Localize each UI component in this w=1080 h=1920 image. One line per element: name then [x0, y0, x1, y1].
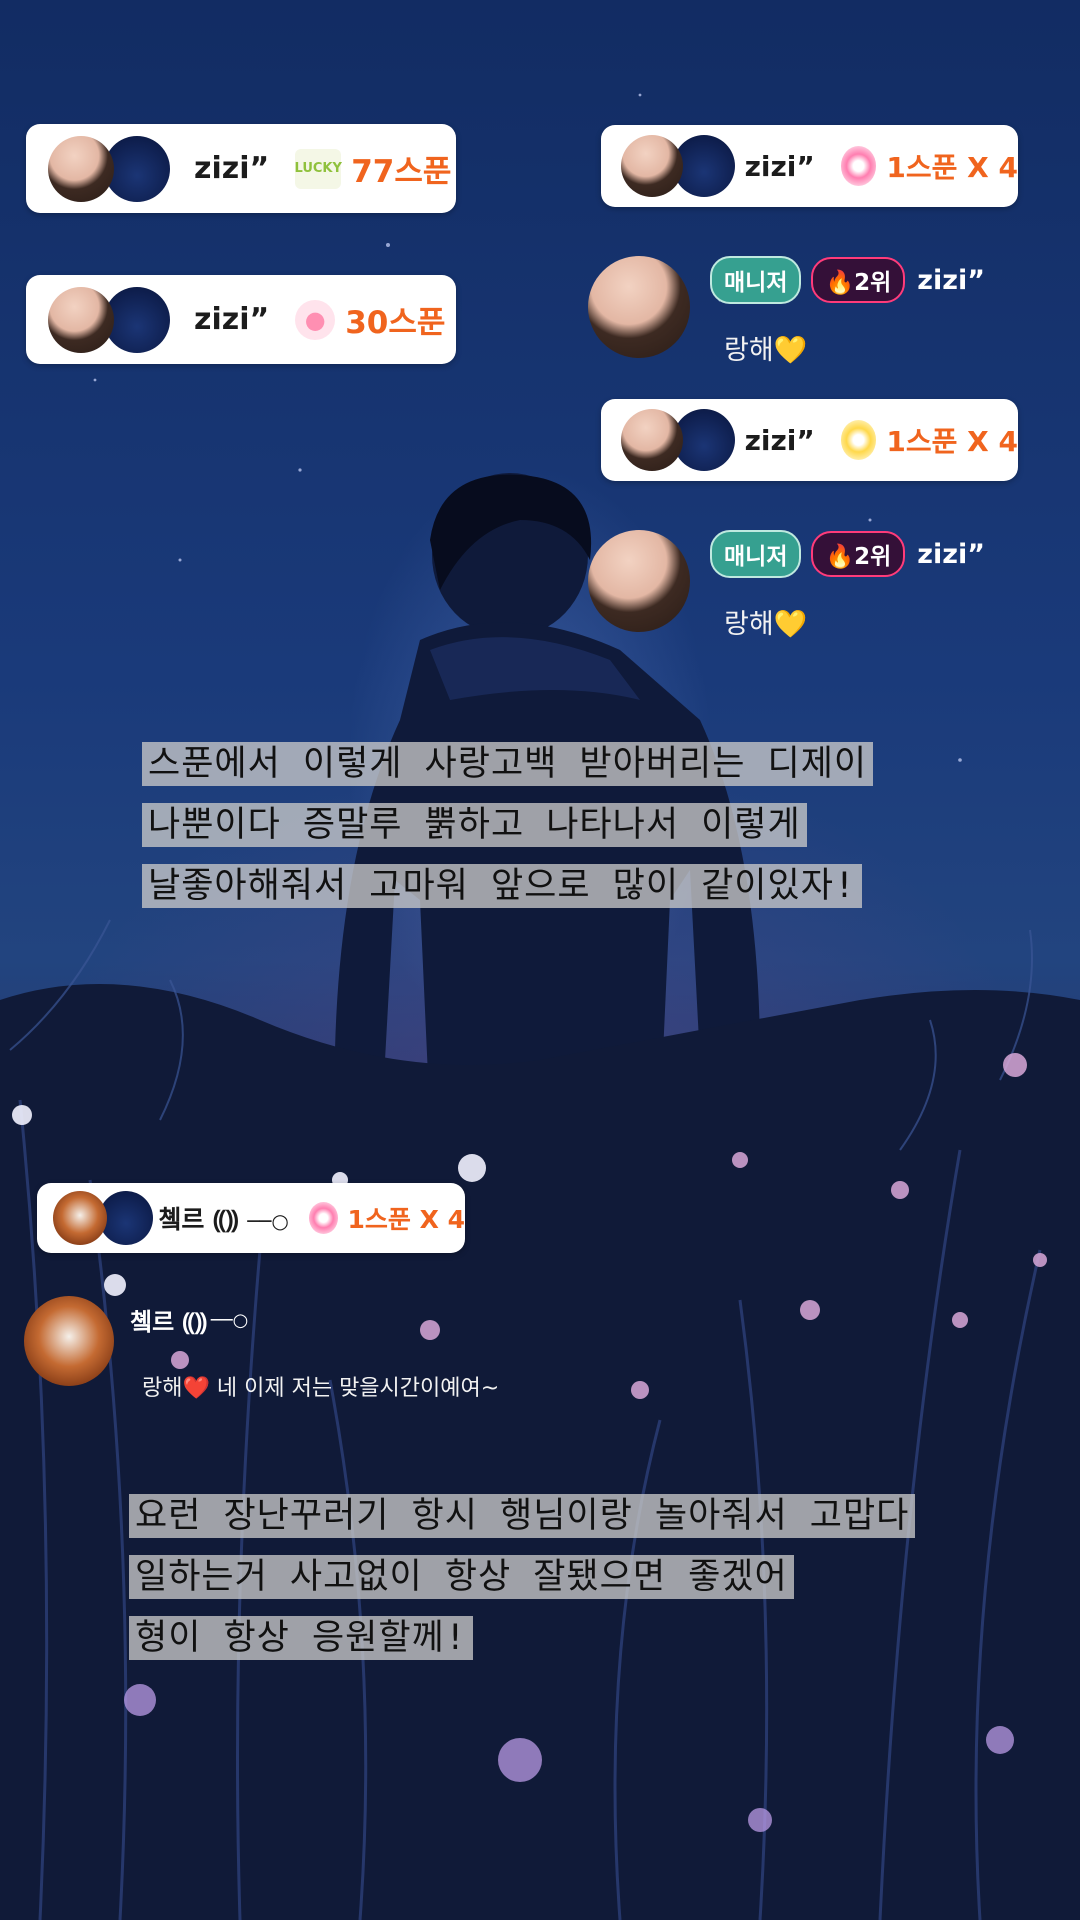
sender-avatar: [48, 135, 114, 202]
manager-badge: 매니저: [710, 530, 802, 578]
red-heart-icon: ❤️: [182, 1376, 210, 1401]
chat-text-prefix: 랑해: [142, 1376, 183, 1401]
handwritten-line: 일하는거 사고없이 항상 잘됐으면 좋겠어: [129, 1555, 794, 1599]
sender-avatar: [53, 1191, 107, 1245]
chat-text-value: 네 이제 저는 맞을시간이예여~: [216, 1376, 500, 1401]
yellow-heart-icon: 💛: [773, 609, 808, 640]
pink-spoon-icon: [308, 1202, 338, 1234]
pig-icon: ●: [295, 299, 336, 340]
rank-badge: 🔥2위: [811, 257, 906, 303]
handwritten-line: 나뿐이다 증말루 뿕하고 나타나서 이렇게: [142, 803, 807, 847]
gift-avatars: [48, 286, 172, 353]
pin-icon: ──○: [247, 1209, 289, 1233]
gift-sender-name: 촄르 ⸨⸩ ──○: [158, 1200, 288, 1236]
gift-sender-name: zizi”: [744, 423, 815, 457]
chat-message: 매니저 🔥2위 zizi” 랑해💛: [588, 256, 1068, 366]
gift-sender-name: zizi”: [744, 149, 815, 183]
chat-message: 매니저 🔥2위 zizi” 랑해💛: [588, 530, 1068, 640]
gift-amount: 77스푼: [351, 154, 452, 190]
handwritten-line: 스푼에서 이렇게 사랑고백 받아버리는 디제이: [142, 742, 874, 786]
gift-avatars: [621, 409, 735, 471]
sender-avatar: [621, 409, 683, 471]
chat-header: 매니저 🔥2위 zizi”: [710, 530, 985, 578]
gift-sender-name: zizi”: [194, 151, 270, 186]
gift-card[interactable]: zizi” ● 30스푼: [26, 275, 456, 364]
receiver-avatar: [99, 1191, 153, 1245]
chat-text: 랑해💛: [724, 602, 807, 641]
yellow-heart-icon: 💛: [773, 335, 808, 366]
gift-card[interactable]: zizi” LUCKY 77스푼: [26, 124, 456, 213]
sender-avatar: [621, 135, 683, 197]
gift-card[interactable]: zizi” 1스푼 X 4: [601, 399, 1018, 481]
rank-badge: 🔥2위: [811, 531, 906, 577]
gift-card[interactable]: 촄르 ⸨⸩ ──○ 1스푼 X 4: [37, 1183, 465, 1253]
gift-card[interactable]: zizi” 1스푼 X 4: [601, 125, 1018, 207]
rank-label: 2위: [854, 270, 892, 296]
gift-sender-name: zizi”: [194, 302, 270, 337]
handwritten-line: 요런 장난꾸러기 항시 행님이랑 놀아줘서 고맙다: [129, 1494, 916, 1538]
chat-username[interactable]: zizi”: [917, 265, 985, 296]
chat-message: 촄르 ⸨⸩ ──○ 랑해❤️ 네 이제 저는 맞을시간이예여~: [24, 1296, 644, 1406]
pin-icon: ──○: [210, 1309, 249, 1331]
chat-user-avatar[interactable]: [588, 256, 690, 358]
gift-avatars: [48, 135, 172, 202]
sender-avatar: [48, 286, 114, 353]
gift-amount: 1스푼 X 4: [886, 425, 1018, 458]
chat-username[interactable]: zizi”: [917, 539, 985, 570]
chat-text: 랑해💛: [724, 328, 807, 367]
handwritten-message: 요런 장난꾸러기 항시 행님이랑 놀아줘서 고맙다 일하는거 사고없이 항상 잘…: [129, 1494, 916, 1677]
chat-user-avatar[interactable]: [588, 530, 690, 632]
handwritten-line: 형이 항상 응원할께!: [129, 1616, 473, 1660]
gift-avatars: [621, 135, 735, 197]
handwritten-message: 스푼에서 이렇게 사랑고백 받아버리는 디제이 나뿐이다 증말루 뿕하고 나타나…: [142, 742, 874, 925]
manager-badge: 매니저: [710, 256, 802, 304]
chat-text: 랑해❤️ 네 이제 저는 맞을시간이예여~: [142, 1370, 499, 1402]
chat-text-value: 랑해: [724, 335, 774, 366]
yellow-spoon-icon: [840, 420, 877, 460]
handwritten-line: 날좋아해줘서 고마워 앞으로 많이 같이있자!: [142, 864, 862, 908]
chat-text-value: 랑해: [724, 609, 774, 640]
rank-label: 2위: [854, 544, 892, 570]
chat-header: 촄르 ⸨⸩ ──○: [130, 1302, 248, 1338]
pink-spoon-icon: [840, 146, 877, 186]
gift-amount: 1스푼 X 4: [886, 151, 1018, 184]
lucky-box-icon: LUCKY: [295, 148, 342, 189]
gift-avatars: [53, 1191, 153, 1245]
gift-sender-name-text: 촄르 ⸨⸩: [158, 1205, 239, 1234]
chat-header: 매니저 🔥2위 zizi”: [710, 256, 985, 304]
gift-amount: 1스푼 X 4: [347, 1205, 465, 1234]
chat-username[interactable]: 촄르 ⸨⸩: [130, 1302, 207, 1338]
gift-amount: 30스푼: [345, 305, 446, 341]
chat-user-avatar[interactable]: [24, 1296, 114, 1386]
